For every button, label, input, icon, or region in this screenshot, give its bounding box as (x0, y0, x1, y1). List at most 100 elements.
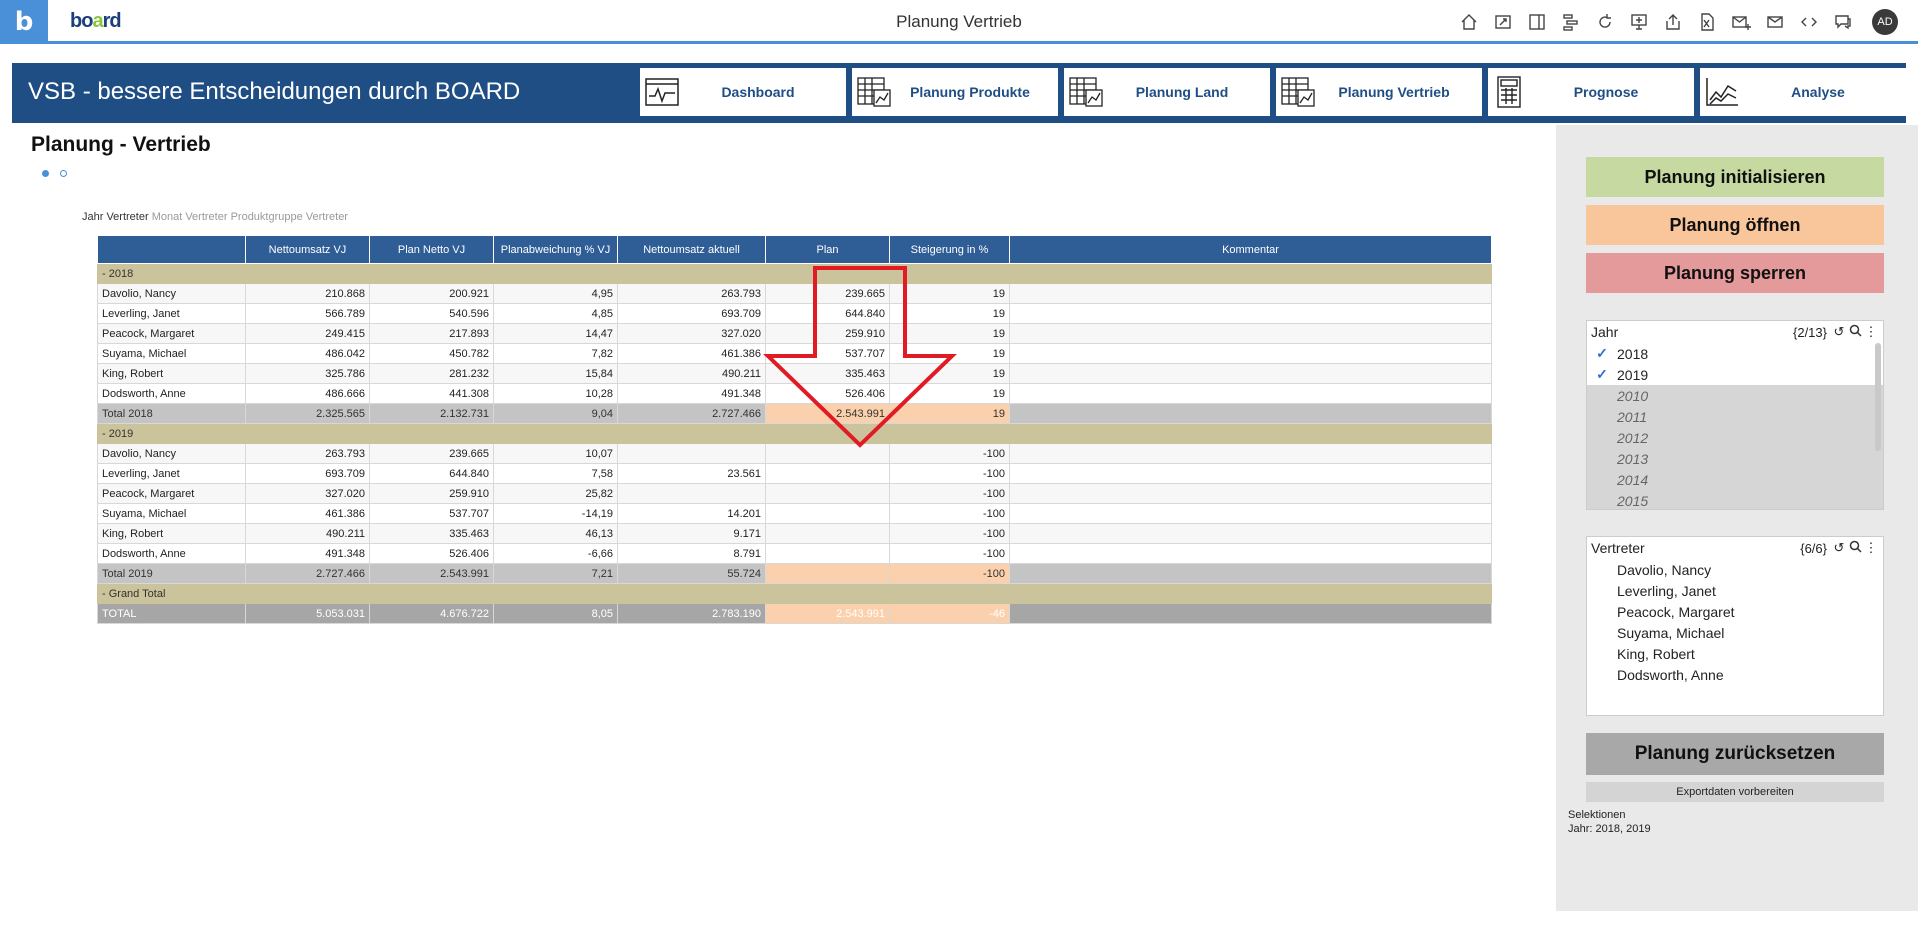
group-label[interactable]: - 2019 (97, 423, 1492, 444)
year-option[interactable]: 2014 (1587, 469, 1883, 490)
chat-icon[interactable] (1826, 8, 1860, 36)
planung-oeffnen-button[interactable]: Planung öffnen (1586, 205, 1884, 245)
table-cell[interactable]: 2.543.991 (765, 603, 890, 624)
table-cell[interactable]: 239.665 (765, 283, 890, 304)
comment-cell[interactable] (1009, 463, 1492, 484)
table-cell[interactable]: 19 (889, 323, 1010, 344)
comment-cell[interactable] (1009, 503, 1492, 524)
table-cell[interactable]: 19 (889, 383, 1010, 404)
code-icon[interactable] (1792, 8, 1826, 36)
comment-cell[interactable] (1009, 443, 1492, 464)
column-header[interactable]: Plan (765, 235, 890, 264)
comment-cell[interactable] (1009, 543, 1492, 564)
app-menu-button[interactable]: b (0, 0, 48, 44)
table-cell[interactable]: 19 (889, 343, 1010, 364)
column-header[interactable]: Nettoumsatz VJ (245, 235, 370, 264)
nav-planung-land[interactable]: Planung Land (1064, 68, 1270, 116)
column-header[interactable]: Steigerung in % (889, 235, 1010, 264)
table-cell[interactable]: -100 (889, 543, 1010, 564)
table-cell[interactable]: 19 (889, 283, 1010, 304)
comment-cell[interactable] (1009, 483, 1492, 504)
comment-cell[interactable] (1009, 603, 1492, 624)
table-cell[interactable]: -100 (889, 503, 1010, 524)
mail-add-icon[interactable] (1724, 8, 1758, 36)
table-cell[interactable]: -100 (889, 463, 1010, 484)
year-option[interactable]: 2010 (1587, 385, 1883, 406)
year-selector-scrollbar[interactable] (1875, 343, 1881, 451)
planung-sperren-button[interactable]: Planung sperren (1586, 253, 1884, 293)
table-cell[interactable] (765, 483, 890, 504)
table-cell[interactable]: -100 (889, 523, 1010, 544)
column-header[interactable]: Nettoumsatz aktuell (617, 235, 766, 264)
nav-dashboard[interactable]: Dashboard (640, 68, 846, 116)
nav-planung-vertrieb[interactable]: Planung Vertrieb (1276, 68, 1482, 116)
table-cell[interactable]: 259.910 (765, 323, 890, 344)
table-cell[interactable]: 526.406 (765, 383, 890, 404)
table-cell[interactable]: -100 (889, 443, 1010, 464)
page-dot-1[interactable] (42, 170, 49, 177)
comment-cell[interactable] (1009, 383, 1492, 404)
table-cell[interactable]: -46 (889, 603, 1010, 624)
year-option[interactable]: 2011 (1587, 406, 1883, 427)
home-icon[interactable] (1452, 8, 1486, 36)
table-cell[interactable]: 19 (889, 363, 1010, 384)
comment-cell[interactable] (1009, 323, 1492, 344)
group-label[interactable]: - Grand Total (97, 583, 1492, 604)
table-cell[interactable] (765, 523, 890, 544)
more-options-icon[interactable]: ⋮ (1863, 540, 1879, 556)
comment-cell[interactable] (1009, 563, 1492, 584)
crumb-rest[interactable]: Monat Vertreter Produktgruppe Vertreter (152, 211, 348, 223)
year-option[interactable]: 2015 (1587, 490, 1883, 509)
table-cell[interactable]: 19 (889, 303, 1010, 324)
page-dot-2[interactable] (60, 170, 67, 177)
more-options-icon[interactable]: ⋮ (1863, 324, 1879, 340)
table-cell[interactable] (765, 463, 890, 484)
table-cell[interactable]: 537.707 (765, 343, 890, 364)
column-header[interactable] (97, 235, 246, 264)
comment-cell[interactable] (1009, 523, 1492, 544)
fullscreen-icon[interactable] (1486, 8, 1520, 36)
user-avatar[interactable]: AD (1872, 9, 1898, 35)
reset-selection-icon[interactable]: ↺ (1831, 324, 1847, 340)
rep-option[interactable]: Dodsworth, Anne (1587, 664, 1883, 685)
nav-planung-produkte[interactable]: Planung Produkte (852, 68, 1058, 116)
org-icon[interactable] (1554, 8, 1588, 36)
rep-option[interactable]: Davolio, Nancy (1587, 559, 1883, 580)
column-header[interactable]: Plan Netto VJ (369, 235, 494, 264)
mail-icon[interactable] (1758, 8, 1792, 36)
table-cell[interactable] (765, 443, 890, 464)
table-cell[interactable] (765, 543, 890, 564)
table-cell[interactable] (765, 563, 890, 584)
table-cell[interactable] (765, 503, 890, 524)
panel-icon[interactable] (1520, 8, 1554, 36)
reset-selection-icon[interactable]: ↺ (1831, 540, 1847, 556)
search-icon[interactable] (1847, 540, 1863, 556)
exportdaten-button[interactable]: Exportdaten vorbereiten (1586, 782, 1884, 802)
nav-analyse[interactable]: Analyse (1700, 68, 1906, 116)
table-cell[interactable]: -100 (889, 563, 1010, 584)
comment-cell[interactable] (1009, 403, 1492, 424)
upload-icon[interactable] (1656, 8, 1690, 36)
planung-initialisieren-button[interactable]: Planung initialisieren (1586, 157, 1884, 197)
year-option[interactable]: ✓ 2018 (1587, 343, 1883, 364)
rep-option[interactable]: Peacock, Margaret (1587, 601, 1883, 622)
group-label[interactable]: - 2018 (97, 263, 1492, 284)
table-cell[interactable]: 335.463 (765, 363, 890, 384)
rep-option[interactable]: Leverling, Janet (1587, 580, 1883, 601)
search-icon[interactable] (1847, 324, 1863, 340)
crumb-active[interactable]: Jahr Vertreter (82, 211, 149, 223)
table-cell[interactable]: 644.840 (765, 303, 890, 324)
presentation-icon[interactable] (1622, 8, 1656, 36)
table-cell[interactable]: -100 (889, 483, 1010, 504)
table-cell[interactable]: 19 (889, 403, 1010, 424)
nav-prognose[interactable]: Prognose (1488, 68, 1694, 116)
year-option[interactable]: 2012 (1587, 427, 1883, 448)
planung-zuruecksetzen-button[interactable]: Planung zurücksetzen (1586, 733, 1884, 775)
comment-cell[interactable] (1009, 303, 1492, 324)
excel-icon[interactable] (1690, 8, 1724, 36)
column-header[interactable]: Kommentar (1009, 235, 1492, 264)
comment-cell[interactable] (1009, 343, 1492, 364)
comment-cell[interactable] (1009, 363, 1492, 384)
comment-cell[interactable] (1009, 283, 1492, 304)
year-option[interactable]: 2013 (1587, 448, 1883, 469)
